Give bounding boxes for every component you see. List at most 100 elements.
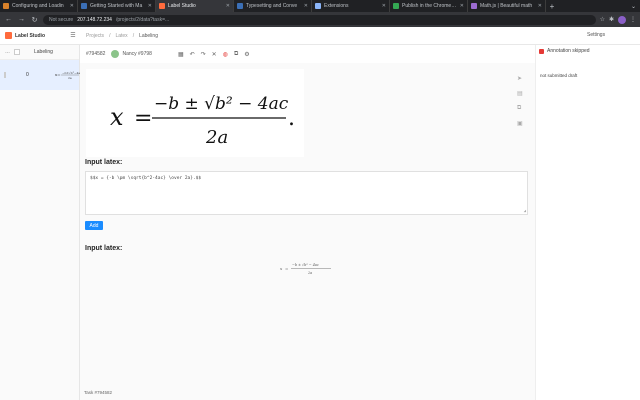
browser-tab-1[interactable]: Getting Started with Ma ✕	[78, 0, 156, 12]
close-icon[interactable]: ✕	[382, 3, 386, 9]
task-checkbox[interactable]	[4, 72, 6, 78]
redo-icon[interactable]: ↷	[201, 51, 206, 58]
tab-title: Typesetting and Conve	[246, 3, 298, 9]
copy-icon[interactable]: ⧉	[517, 105, 523, 112]
brand-name: Label Studio	[15, 32, 45, 39]
close-icon[interactable]: ✕	[538, 3, 542, 9]
close-icon[interactable]: ✕	[70, 3, 74, 9]
breadcrumb: Projects / Latex / Labeling	[86, 33, 158, 39]
annotation-actions: ▦ ↶ ↷ ✕ ◍ ⧉ ⚙	[178, 51, 250, 58]
grid-icon[interactable]: ▦	[178, 51, 184, 58]
not-secure-label: Not secure	[49, 16, 74, 23]
tab-title: Publish in the Chrome W	[402, 3, 457, 9]
more-icon[interactable]: …	[5, 49, 10, 55]
input-latex-label-2: Input latex:	[85, 245, 123, 252]
browser-tab-3[interactable]: Typesetting and Conve ✕	[234, 0, 312, 12]
browser-toolbar: ← → ↻ Not secure 207.148.72.234 /project…	[0, 12, 640, 27]
delete-icon[interactable]: ◍	[223, 51, 228, 58]
undo-icon[interactable]: ↶	[190, 51, 195, 58]
tab-favicon	[471, 3, 477, 9]
task-list-toolbar: … Labeling	[0, 45, 79, 60]
browser-tab-2[interactable]: Label Studio ✕	[156, 0, 234, 12]
tab-title: Math.js | Beautiful math	[480, 3, 533, 9]
clipboard-icon[interactable]: ▣	[517, 120, 523, 127]
task-number: 0	[26, 72, 29, 78]
preview-lhs: x	[280, 266, 283, 271]
formula-equals: =	[134, 106, 152, 131]
annotation-toolbar: #794582 Nancy #9798 ▦ ↶ ↷ ✕ ◍ ⧉ ⚙	[80, 45, 535, 63]
svg-text:x=: x=	[55, 72, 61, 77]
draft-status: not submitted draft	[540, 73, 578, 78]
preview-equals: =	[285, 266, 288, 271]
labeling-label: Labeling	[34, 49, 53, 55]
menu-kebab-icon[interactable]: ⋮	[630, 16, 636, 23]
extension-puzzle-icon[interactable]: ✱	[609, 16, 614, 23]
annotator-user[interactable]: Nancy #9798	[111, 50, 152, 58]
hamburger-menu-icon[interactable]: ☰	[66, 32, 80, 39]
breadcrumb-separator: /	[109, 32, 111, 39]
browser-tab-4[interactable]: Extensions ✕	[312, 0, 390, 12]
formula-period: .	[288, 106, 295, 131]
annotation-history-panel: Annotation skipped not submitted draft	[535, 45, 640, 400]
select-all-checkbox[interactable]	[14, 49, 20, 55]
task-thumbnail: x= −b±√b²−4ac 2a	[55, 69, 82, 81]
tab-favicon	[3, 3, 9, 9]
tab-favicon	[393, 3, 399, 9]
annotation-area: x = −b ± √b² − 4ac 2a . ➤ ▤ ⧉ ▣ Input la…	[80, 63, 535, 400]
url-path: /projects/2/data?task=...	[115, 16, 170, 23]
reset-icon[interactable]: ✕	[212, 51, 217, 58]
close-icon[interactable]: ✕	[304, 3, 308, 9]
settings-button[interactable]: Settings	[587, 32, 605, 38]
label-studio-logo-icon	[5, 32, 12, 39]
close-icon[interactable]: ✕	[226, 3, 230, 9]
task-id: Task #794582	[84, 390, 113, 395]
window-controls[interactable]: ⌄	[631, 0, 636, 12]
task-list-panel: … Labeling 0 x= −b±√b²−4ac 2a	[0, 45, 82, 400]
add-button[interactable]: Add	[85, 221, 103, 230]
document-icon[interactable]: ▤	[517, 90, 523, 97]
address-bar[interactable]: Not secure 207.148.72.234 /projects/2/da…	[43, 14, 596, 25]
forward-icon[interactable]: →	[17, 16, 26, 23]
close-icon[interactable]: ✕	[148, 3, 152, 9]
browser-tab-5[interactable]: Publish in the Chrome W ✕	[390, 0, 468, 12]
copy-icon[interactable]: ⧉	[234, 51, 238, 58]
breadcrumb-project[interactable]: Latex	[115, 33, 127, 39]
tab-title: Configuring and Loadin	[12, 3, 64, 9]
breadcrumb-projects[interactable]: Projects	[86, 33, 104, 39]
extensions-area: ☆ ✱ ⋮	[600, 15, 636, 24]
formula-thumbnail-icon: x= −b±√b²−4ac 2a	[55, 71, 82, 80]
back-icon[interactable]: ←	[4, 16, 13, 23]
skipped-icon	[539, 48, 544, 54]
browser-tab-0[interactable]: Configuring and Loadin ✕	[0, 0, 78, 12]
tab-title: Extensions	[324, 3, 349, 9]
bookmark-star-icon[interactable]: ☆	[600, 16, 605, 23]
formula-preview: x = −b ± √b² − 4ac 2a	[280, 263, 331, 275]
annotation-skipped-status: Annotation skipped	[536, 45, 640, 57]
svg-text:−b±√b²−4ac: −b±√b²−4ac	[62, 71, 81, 75]
side-tools: ➤ ▤ ⧉ ▣	[517, 75, 523, 127]
resize-handle-icon[interactable]: ◢	[524, 208, 526, 213]
preview-numerator: −b ± √b² − 4ac	[292, 263, 319, 267]
new-tab-button[interactable]: +	[546, 0, 558, 12]
svg-text:2a: 2a	[68, 76, 72, 80]
avatar	[111, 50, 120, 58]
settings-icon[interactable]: ⚙	[244, 51, 249, 58]
close-icon[interactable]: ✕	[460, 3, 464, 9]
task-row[interactable]: 0 x= −b±√b²−4ac 2a	[0, 60, 82, 90]
profile-avatar[interactable]	[618, 15, 626, 24]
tab-favicon	[81, 3, 87, 9]
tab-title: Label Studio	[168, 3, 196, 9]
browser-tab-6[interactable]: Math.js | Beautiful math ✕	[468, 0, 546, 12]
pointer-icon[interactable]: ➤	[517, 75, 523, 82]
formula-denominator: 2a	[205, 127, 228, 148]
quadratic-formula: x = −b ± √b² − 4ac 2a .	[110, 94, 295, 148]
latex-input-value: $$x = {-b \pm \sqrt{b^2-4ac} \over 2a}.$…	[90, 176, 202, 181]
breadcrumb-current: Labeling	[139, 32, 158, 39]
latex-input[interactable]: $$x = {-b \pm \sqrt{b^2-4ac} \over 2a}.$…	[85, 171, 528, 215]
formula-lhs: x	[110, 103, 124, 131]
app-header: Label Studio ☰ Projects / Latex / Labeli…	[0, 27, 640, 45]
formula-numerator: −b ± √b² − 4ac	[154, 94, 289, 114]
tab-favicon	[237, 3, 243, 9]
tab-title: Getting Started with Ma	[90, 3, 143, 9]
reload-icon[interactable]: ↻	[30, 16, 39, 24]
